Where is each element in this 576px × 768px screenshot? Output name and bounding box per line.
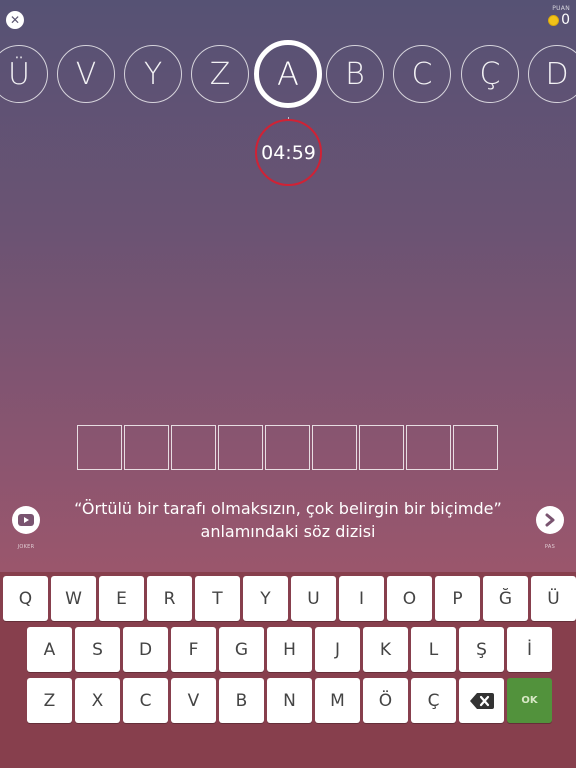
key-o[interactable]: O xyxy=(387,576,432,621)
key-ö[interactable]: Ö xyxy=(363,678,408,723)
backspace-button[interactable] xyxy=(459,678,504,723)
video-play-icon xyxy=(18,514,34,526)
joker-label: JOKER xyxy=(17,544,35,550)
chevron-right-icon xyxy=(545,513,555,527)
key-r[interactable]: R xyxy=(147,576,192,621)
key-d[interactable]: D xyxy=(123,627,168,672)
letter-circle[interactable]: Ç xyxy=(461,45,519,103)
key-i̇[interactable]: İ xyxy=(507,627,552,672)
ok-button[interactable]: OK xyxy=(507,678,552,723)
score-panel: PUAN 0 xyxy=(548,5,570,27)
key-v[interactable]: V xyxy=(171,678,216,723)
letter-active[interactable]: A xyxy=(254,40,322,108)
key-e[interactable]: E xyxy=(99,576,144,621)
key-j[interactable]: J xyxy=(315,627,360,672)
timer-value: 04:59 xyxy=(261,141,316,164)
answer-box xyxy=(265,425,310,470)
key-ş[interactable]: Ş xyxy=(459,627,504,672)
answer-box xyxy=(453,425,498,470)
letter-circle[interactable]: Y xyxy=(124,45,182,103)
countdown-timer: 04:59 xyxy=(255,119,322,186)
clue-line-1: “Örtülü bir tarafı olmaksızın, çok belir… xyxy=(74,499,502,518)
answer-box xyxy=(124,425,169,470)
key-c[interactable]: C xyxy=(123,678,168,723)
key-b[interactable]: B xyxy=(219,678,264,723)
answer-box xyxy=(406,425,451,470)
letter-circle[interactable]: C xyxy=(393,45,451,103)
key-i[interactable]: I xyxy=(339,576,384,621)
key-l[interactable]: L xyxy=(411,627,456,672)
clue-text: “Örtülü bir tarafı olmaksızın, çok belir… xyxy=(70,497,506,543)
key-z[interactable]: Z xyxy=(27,678,72,723)
close-icon[interactable]: ✕ xyxy=(6,11,24,29)
key-h[interactable]: H xyxy=(267,627,312,672)
key-m[interactable]: M xyxy=(315,678,360,723)
answer-box xyxy=(77,425,122,470)
score-value: 0 xyxy=(561,12,570,28)
answer-box xyxy=(359,425,404,470)
key-ğ[interactable]: Ğ xyxy=(483,576,528,621)
key-k[interactable]: K xyxy=(363,627,408,672)
key-ç[interactable]: Ç xyxy=(411,678,456,723)
joker-button[interactable] xyxy=(12,506,40,534)
key-f[interactable]: F xyxy=(171,627,216,672)
answer-box xyxy=(218,425,263,470)
pass-label: PAS xyxy=(544,544,556,550)
letter-circle[interactable]: D xyxy=(528,45,576,103)
letter-circle[interactable]: V xyxy=(57,45,115,103)
key-t[interactable]: T xyxy=(195,576,240,621)
score-label: PUAN xyxy=(552,5,570,12)
key-q[interactable]: Q xyxy=(3,576,48,621)
key-g[interactable]: G xyxy=(219,627,264,672)
clue-line-2: anlamındaki söz dizisi xyxy=(200,522,376,541)
answer-box xyxy=(171,425,216,470)
answer-box xyxy=(312,425,357,470)
key-w[interactable]: W xyxy=(51,576,96,621)
letter-circle[interactable]: Z xyxy=(191,45,249,103)
backspace-icon xyxy=(469,692,494,709)
letter-circle[interactable]: Ü xyxy=(0,45,48,103)
key-s[interactable]: S xyxy=(75,627,120,672)
key-y[interactable]: Y xyxy=(243,576,288,621)
pass-control[interactable]: PAS xyxy=(535,506,565,550)
letter-strip[interactable]: ÜVYZABCÇD xyxy=(0,40,576,108)
key-ü[interactable]: Ü xyxy=(531,576,576,621)
key-u[interactable]: U xyxy=(291,576,336,621)
pass-button[interactable] xyxy=(536,506,564,534)
keyboard: Q W E R T Y U I O P Ğ Ü A S D F G H J K L Ş İ Z X C V B N M Ö Ç OK xyxy=(0,572,576,768)
coin-icon xyxy=(548,14,560,26)
key-n[interactable]: N xyxy=(267,678,312,723)
answer-boxes xyxy=(77,425,498,470)
joker-control[interactable]: JOKER xyxy=(11,506,41,550)
key-a[interactable]: A xyxy=(27,627,72,672)
key-x[interactable]: X xyxy=(75,678,120,723)
key-p[interactable]: P xyxy=(435,576,480,621)
letter-circle[interactable]: B xyxy=(326,45,384,103)
